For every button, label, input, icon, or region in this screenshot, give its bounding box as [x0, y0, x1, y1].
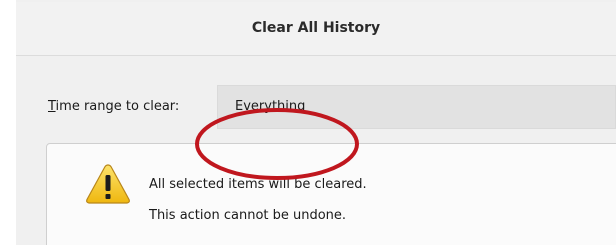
left-margin	[0, 0, 16, 245]
time-range-label-mnemonic: T	[48, 99, 56, 114]
time-range-label: Time range to clear:	[48, 99, 179, 114]
warning-message-line1: All selected items will be cleared.	[149, 177, 367, 192]
dialog-title: Clear All History	[251, 20, 381, 36]
warning-panel: All selected items will be cleared. This…	[46, 143, 616, 245]
clear-history-dialog: Clear All History Time range to clear: E…	[16, 0, 616, 245]
dialog-titlebar: Clear All History	[16, 2, 616, 56]
time-range-dropdown[interactable]: Everything	[217, 85, 616, 129]
screen: Clear All History Time range to clear: E…	[0, 0, 616, 245]
time-range-selected-value: Everything	[235, 99, 306, 114]
time-range-label-text: ime range to clear:	[55, 99, 180, 114]
warning-triangle-icon	[86, 164, 130, 204]
warning-message-line2: This action cannot be undone.	[149, 208, 347, 223]
